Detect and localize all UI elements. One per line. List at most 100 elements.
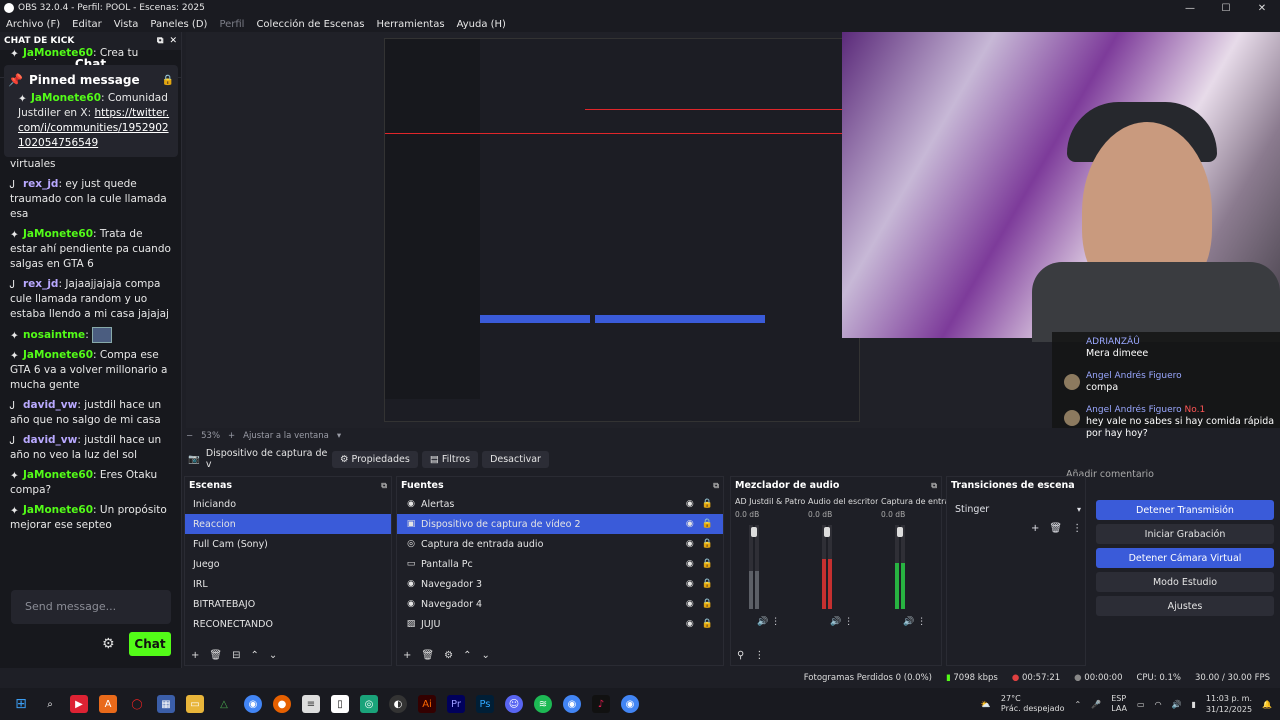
volume-slider[interactable] bbox=[897, 527, 903, 537]
filter-icon[interactable]: ⊟ bbox=[232, 650, 240, 661]
source-item[interactable]: ◉ Alertas ◉ 🔒 bbox=[397, 494, 723, 514]
lock-icon[interactable]: 🔒 bbox=[702, 559, 713, 569]
trash-icon[interactable]: 🗑 bbox=[421, 650, 434, 661]
filters-button[interactable]: ▤ Filtros bbox=[421, 450, 479, 468]
volume-icon[interactable]: 🔊 bbox=[1172, 700, 1182, 709]
lock-icon[interactable]: 🔒 bbox=[702, 519, 713, 529]
lock-icon[interactable]: 🔒 bbox=[702, 619, 713, 629]
menu-archivo[interactable]: Archivo (F) bbox=[6, 19, 60, 30]
app-icon[interactable]: A bbox=[99, 695, 117, 713]
lock-icon[interactable]: 🔒 bbox=[702, 499, 713, 509]
source-item[interactable]: ◉ Navegador 3 ◉ 🔒 bbox=[397, 574, 723, 594]
visibility-icon[interactable]: ◉ bbox=[686, 619, 694, 629]
control-button[interactable]: Detener Cámara Virtual bbox=[1096, 548, 1274, 568]
chevron-down-icon[interactable]: ▾ bbox=[337, 431, 341, 441]
down-icon[interactable]: ⌄ bbox=[269, 650, 277, 661]
visibility-icon[interactable]: ◉ bbox=[686, 519, 694, 529]
chrome-icon[interactable]: ◉ bbox=[621, 695, 639, 713]
chrome-icon[interactable]: ◉ bbox=[244, 695, 262, 713]
chat-user[interactable]: JaMonete60 bbox=[23, 504, 93, 516]
visibility-icon[interactable]: ◉ bbox=[686, 579, 694, 589]
zoom-out-icon[interactable]: − bbox=[186, 431, 193, 441]
add-icon[interactable]: + bbox=[191, 650, 199, 661]
chrome-icon[interactable]: ◉ bbox=[563, 695, 581, 713]
menu-ayuda[interactable]: Ayuda (H) bbox=[457, 19, 506, 30]
source-item[interactable]: ▣ Dispositivo de captura de vídeo 2 ◉ 🔒 bbox=[397, 514, 723, 534]
chat-input[interactable]: Send message... bbox=[11, 590, 171, 624]
trash-icon[interactable]: 🗑 bbox=[1049, 523, 1062, 534]
tiktok-icon[interactable]: ♪ bbox=[592, 695, 610, 713]
menu-editar[interactable]: Editar bbox=[72, 19, 102, 30]
notepad-icon[interactable]: ≡ bbox=[302, 695, 320, 713]
chat-user[interactable]: nosaintme bbox=[23, 329, 85, 341]
up-icon[interactable]: ⌃ bbox=[250, 650, 258, 661]
dock-menu-icon[interactable]: ⧉ bbox=[381, 481, 387, 491]
lock-icon[interactable]: 🔒 bbox=[162, 75, 174, 86]
scene-item[interactable]: RECONECTANDO bbox=[185, 614, 391, 634]
add-icon[interactable]: + bbox=[403, 650, 411, 661]
search-icon[interactable]: ⌕ bbox=[41, 695, 59, 713]
close-dock-icon[interactable]: ✕ bbox=[169, 36, 177, 46]
up-icon[interactable]: ⌃ bbox=[463, 650, 471, 661]
chat-user[interactable]: JaMonete60 bbox=[23, 228, 93, 240]
menu-perfil[interactable]: Perfil bbox=[219, 19, 244, 30]
menu-coleccion[interactable]: Colección de Escenas bbox=[256, 19, 364, 30]
start-icon[interactable]: ⊞ bbox=[12, 695, 30, 713]
speaker-icon[interactable]: 🔊 ⋮ bbox=[830, 617, 853, 627]
menu-vista[interactable]: Vista bbox=[114, 19, 139, 30]
properties-button[interactable]: ⚙ Propiedades bbox=[332, 450, 418, 468]
wifi-icon[interactable]: ◠ bbox=[1155, 700, 1162, 709]
opera-icon[interactable]: ◯ bbox=[128, 695, 146, 713]
visibility-icon[interactable]: ◉ bbox=[686, 539, 694, 549]
notification-icon[interactable]: 🔔 bbox=[1262, 700, 1272, 709]
source-item[interactable]: ▨ JUJU ◉ 🔒 bbox=[397, 614, 723, 634]
preview-canvas[interactable]: ADRIANZÂÛ Mera dimeee Angel Andrés Figue… bbox=[186, 32, 1280, 480]
pinned-user[interactable]: JaMonete60 bbox=[31, 92, 101, 104]
visibility-icon[interactable]: ◉ bbox=[686, 559, 694, 569]
chevron-up-icon[interactable]: ⌃ bbox=[1075, 700, 1082, 709]
folder-icon[interactable]: ▭ bbox=[186, 695, 204, 713]
chat-user[interactable]: JaMonete60 bbox=[23, 349, 93, 361]
minimize-icon[interactable]: — bbox=[1172, 3, 1208, 14]
spotify-icon[interactable]: ≋ bbox=[534, 695, 552, 713]
control-button[interactable]: Detener Transmisión bbox=[1096, 500, 1274, 520]
battery-icon[interactable]: ▮ bbox=[1192, 700, 1196, 709]
source-item[interactable]: ▭ Pantalla Pc ◉ 🔒 bbox=[397, 554, 723, 574]
source-item[interactable]: ◉ Navegador 4 ◉ 🔒 bbox=[397, 594, 723, 614]
speaker-icon[interactable]: 🔊 ⋮ bbox=[903, 617, 926, 627]
illustrator-icon[interactable]: Ai bbox=[418, 695, 436, 713]
float-icon[interactable]: ⧉ bbox=[157, 36, 163, 46]
scene-item[interactable]: Iniciando bbox=[185, 494, 391, 514]
scene-item[interactable]: Full Cam (Sony) bbox=[185, 534, 391, 554]
volume-slider[interactable] bbox=[824, 527, 830, 537]
source-item[interactable]: ◎ Captura de entrada audio ◉ 🔒 bbox=[397, 534, 723, 554]
close-icon[interactable]: ✕ bbox=[1244, 3, 1280, 14]
chat-user[interactable]: JaMonete60 bbox=[23, 469, 93, 481]
control-button[interactable]: Ajustes bbox=[1096, 596, 1274, 616]
speaker-icon[interactable]: 🔊 ⋮ bbox=[757, 617, 780, 627]
store-icon[interactable]: ▦ bbox=[157, 695, 175, 713]
chat-user[interactable]: rex_jd bbox=[23, 278, 58, 290]
menu-dots-icon[interactable]: ⋮ bbox=[754, 650, 764, 661]
scene-item[interactable]: Reaccion bbox=[185, 514, 391, 534]
control-button[interactable]: Iniciar Grabación bbox=[1096, 524, 1274, 544]
menu-dots-icon[interactable]: ⋮ bbox=[1072, 523, 1082, 534]
premiere-icon[interactable]: Pr bbox=[447, 695, 465, 713]
chat-user[interactable]: rex_jd bbox=[23, 178, 58, 190]
gear-icon[interactable]: ⚙ bbox=[444, 650, 453, 661]
trash-icon[interactable]: 🗑 bbox=[209, 650, 222, 661]
deactivate-button[interactable]: Desactivar bbox=[482, 450, 549, 468]
visibility-icon[interactable]: ◉ bbox=[686, 499, 694, 509]
scene-item[interactable]: BITRATEBAJO bbox=[185, 594, 391, 614]
lock-icon[interactable]: 🔒 bbox=[702, 579, 713, 589]
visibility-icon[interactable]: ◉ bbox=[686, 599, 694, 609]
menu-herramientas[interactable]: Herramientas bbox=[376, 19, 444, 30]
fit-window[interactable]: Ajustar a la ventana bbox=[243, 431, 329, 441]
add-icon[interactable]: + bbox=[1031, 523, 1039, 534]
transition-select[interactable]: Stinger ▾ bbox=[951, 500, 1081, 518]
lock-icon[interactable]: 🔒 bbox=[702, 599, 713, 609]
chat-user[interactable]: david_vw bbox=[23, 399, 77, 411]
scene-item[interactable]: Juego bbox=[185, 554, 391, 574]
monitor-icon[interactable]: ▭ bbox=[1137, 700, 1145, 709]
app-icon[interactable]: ◎ bbox=[360, 695, 378, 713]
